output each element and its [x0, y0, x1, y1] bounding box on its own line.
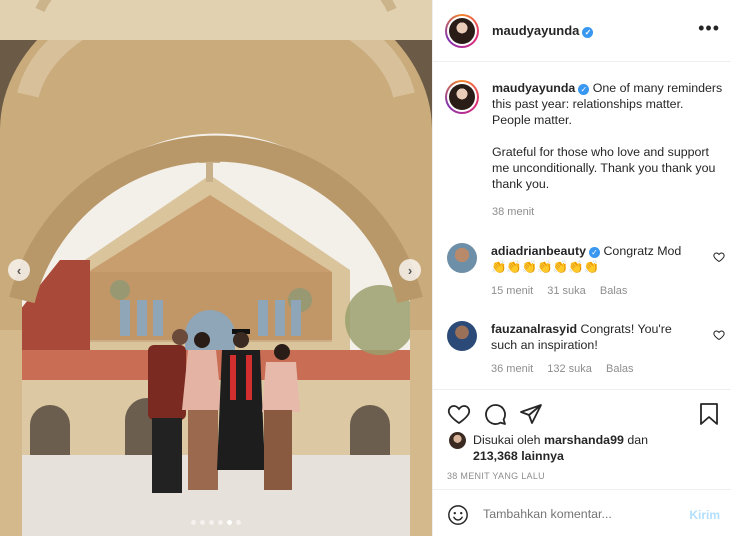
commenter-username[interactable]: adiadrianbeauty: [491, 244, 586, 258]
post-comment-button[interactable]: Kirim: [689, 508, 720, 522]
post-header: maudyayunda ✓ •••: [433, 0, 731, 62]
carousel-prev-button[interactable]: ‹: [8, 259, 30, 281]
carousel-dot: [227, 520, 232, 525]
caption-username[interactable]: maudyayunda: [492, 81, 575, 95]
add-comment-bar: Kirim: [433, 489, 731, 536]
emoji-icon[interactable]: [447, 504, 469, 526]
carousel-dot: [209, 520, 214, 525]
verified-badge-icon: ✓: [582, 27, 594, 38]
verified-badge-icon: ✓: [578, 84, 590, 95]
comment-reply-button[interactable]: Balas: [600, 285, 628, 297]
share-icon[interactable]: [519, 402, 543, 426]
comment-icon[interactable]: [483, 402, 507, 426]
carousel-next-button[interactable]: ›: [399, 259, 421, 281]
commenter-avatar[interactable]: [447, 321, 477, 351]
comment-item: fauzanalrasyid Congrats! You're such an …: [445, 321, 725, 377]
commenter-avatar[interactable]: [447, 243, 477, 273]
carousel-dot: [218, 520, 223, 525]
post-actions: Disukai oleh marshanda99 dan 213,368 lai…: [433, 389, 731, 536]
author-avatar[interactable]: [445, 13, 479, 48]
likes-count[interactable]: 213,368 lainnya: [473, 449, 564, 463]
comment-input[interactable]: [483, 507, 663, 521]
post-caption: maudyayunda ✓ One of many reminders this …: [445, 80, 725, 220]
heart-icon[interactable]: [447, 402, 471, 426]
more-options-icon[interactable]: •••: [698, 19, 720, 37]
comment-reply-button[interactable]: Balas: [606, 363, 634, 375]
verified-badge-icon: ✓: [589, 247, 601, 258]
carousel-dot: [200, 520, 205, 525]
comment-likes[interactable]: 31 suka: [547, 285, 586, 297]
comment-likes[interactable]: 132 suka: [547, 363, 592, 375]
carousel-dot: [236, 520, 241, 525]
liker-username[interactable]: marshanda99: [544, 433, 624, 447]
comment-item: adiadrianbeauty ✓ Congratz Mod 👏👏👏👏👏👏👏 15…: [445, 243, 725, 299]
commenter-username[interactable]: fauzanalrasyid: [491, 322, 577, 336]
post-timestamp[interactable]: 38 MENIT YANG LALU: [447, 471, 545, 481]
caption-text-2: Grateful for those who love and support …: [492, 145, 716, 191]
comment-time[interactable]: 36 menit: [491, 363, 533, 375]
author-username[interactable]: maudyayunda ✓: [492, 23, 594, 38]
post-photo[interactable]: ‹ ›: [0, 0, 432, 536]
caption-timestamp[interactable]: 38 menit: [492, 204, 724, 220]
comment-time[interactable]: 15 menit: [491, 285, 533, 297]
caption-avatar[interactable]: [445, 80, 479, 114]
comment-like-heart-icon[interactable]: [713, 251, 725, 263]
liker-avatar[interactable]: [449, 432, 466, 449]
liked-by: Disukai oleh marshanda99 dan 213,368 lai…: [449, 432, 648, 464]
carousel-dot: [191, 520, 196, 525]
bookmark-icon[interactable]: [698, 402, 720, 426]
carousel-indicator: [0, 520, 432, 525]
comment-like-heart-icon[interactable]: [713, 329, 725, 341]
post-panel: maudyayunda ✓ ••• maudyayunda ✓ One of man…: [432, 0, 731, 536]
graduation-photo: [0, 0, 432, 536]
